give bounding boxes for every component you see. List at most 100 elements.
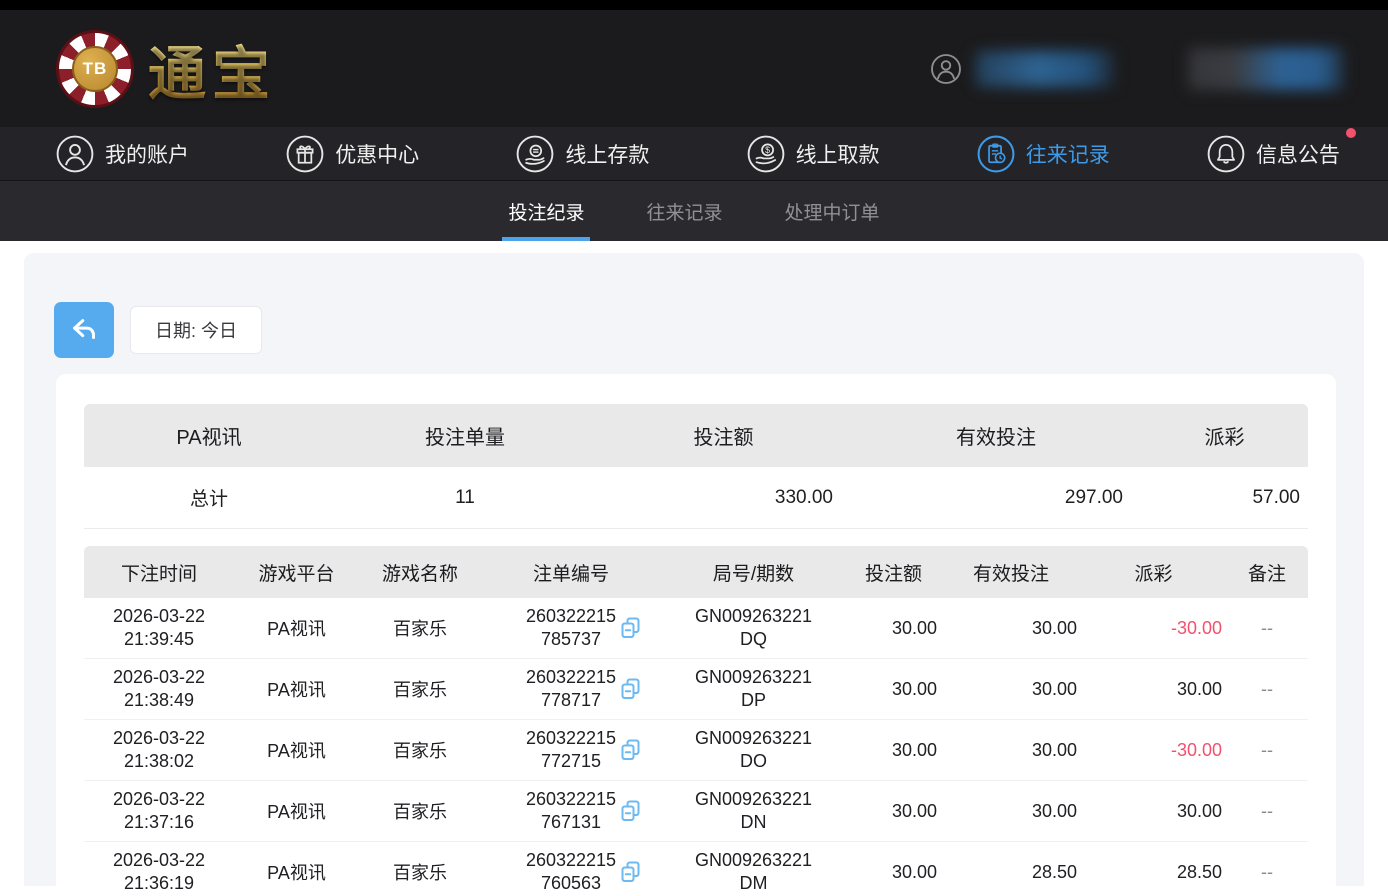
summary-bet-amount: 330.00 <box>596 487 851 509</box>
copy-icon <box>619 798 643 824</box>
nav-item-my-account[interactable]: 我的账户 <box>56 135 189 173</box>
round-number-cell: GN009263221 DO <box>661 727 846 774</box>
note-cell: -- <box>1226 801 1308 822</box>
game-name-cell: 百家乐 <box>359 798 481 824</box>
table-row: 2026-03-22 21:38:02 PA视讯 百家乐 260322215 7… <box>84 720 1308 781</box>
copy-icon <box>619 615 643 641</box>
casino-chip-icon: TB <box>56 30 134 108</box>
redacted-balance <box>1188 48 1344 90</box>
spacer <box>1128 68 1174 69</box>
date-filter[interactable]: 日期: 今日 <box>130 306 262 354</box>
bet-amount-cell: 30.00 <box>846 740 941 761</box>
nav-item-transaction-records[interactable]: 往来记录 <box>977 135 1110 173</box>
bet-amount-cell: 30.00 <box>846 862 941 883</box>
chip-tb-label: TB <box>72 46 118 92</box>
deposit-coin-hand-icon <box>516 135 554 173</box>
tab-betting-records[interactable]: 投注纪录 <box>502 181 590 241</box>
platform-cell: PA视讯 <box>234 676 359 702</box>
copy-icon <box>619 737 643 763</box>
nav-item-deposit[interactable]: 线上存款 <box>516 135 649 173</box>
payout-cell: 30.00 <box>1081 679 1226 700</box>
tab-processing-orders[interactable]: 处理中订单 <box>779 181 886 241</box>
brand-name: 通宝 <box>148 27 276 111</box>
summary-header-bet-count: 投注单量 <box>334 421 596 450</box>
bet-id-cell: 260322215 778717 <box>481 666 661 713</box>
content-panel: 日期: 今日 PA视讯 投注单量 投注额 有效投注 派彩 总计 11 330.0… <box>24 253 1364 886</box>
sub-nav: 投注纪录 往来记录 处理中订单 <box>0 181 1388 241</box>
nav-item-promotions[interactable]: 优惠中心 <box>286 135 419 173</box>
summary-payout: 57.00 <box>1141 487 1308 509</box>
bet-amount-cell: 30.00 <box>846 801 941 822</box>
bet-time-cell: 2026-03-22 21:38:02 <box>84 727 234 774</box>
bet-id-cell: 260322215 760563 <box>481 849 661 896</box>
copy-bet-id-button[interactable] <box>619 615 643 641</box>
copy-bet-id-button[interactable] <box>619 676 643 702</box>
bell-icon <box>1207 135 1245 173</box>
nav-item-withdraw[interactable]: $ 线上取款 <box>747 135 880 173</box>
nav-item-announcements[interactable]: 信息公告 <box>1207 135 1340 173</box>
platform-cell: PA视讯 <box>234 859 359 885</box>
summary-total-row: 总计 11 330.00 297.00 57.00 <box>84 467 1308 529</box>
table-row: 2026-03-22 21:36:19 PA视讯 百家乐 260322215 7… <box>84 842 1308 896</box>
bet-id-cell: 260322215 785737 <box>481 605 661 652</box>
summary-header-valid-bet: 有效投注 <box>851 421 1141 450</box>
copy-icon <box>619 859 643 885</box>
main-nav: 我的账户 优惠中心 线上存款 $ 线上取款 <box>0 127 1388 181</box>
payout-cell: 28.50 <box>1081 862 1226 883</box>
platform-cell: PA视讯 <box>234 737 359 763</box>
summary-valid-bet: 297.00 <box>851 487 1141 509</box>
brand-bar: TB 通宝 <box>0 10 1388 127</box>
nav-label: 线上取款 <box>796 139 880 169</box>
round-number-cell: GN009263221 DM <box>661 849 846 896</box>
table-gap <box>84 529 1308 546</box>
game-name-cell: 百家乐 <box>359 615 481 641</box>
col-payout: 派彩 <box>1081 559 1226 586</box>
bet-table-body: 2026-03-22 21:39:45 PA视讯 百家乐 260322215 7… <box>84 598 1308 896</box>
bet-time-cell: 2026-03-22 21:39:45 <box>84 605 234 652</box>
records-card: PA视讯 投注单量 投注额 有效投注 派彩 总计 11 330.00 297.0… <box>56 374 1336 896</box>
note-cell: -- <box>1226 740 1308 761</box>
game-name-cell: 百家乐 <box>359 737 481 763</box>
back-arrow-icon <box>69 317 99 343</box>
back-button[interactable] <box>54 302 114 358</box>
summary-header-platform: PA视讯 <box>84 421 334 450</box>
valid-bet-cell: 30.00 <box>941 618 1081 639</box>
copy-bet-id-button[interactable] <box>619 859 643 885</box>
col-note: 备注 <box>1226 559 1308 586</box>
col-game-name: 游戏名称 <box>359 559 481 586</box>
user-avatar-icon[interactable] <box>930 53 962 85</box>
summary-bet-count: 11 <box>334 487 596 509</box>
copy-icon <box>619 676 643 702</box>
copy-bet-id-button[interactable] <box>619 737 643 763</box>
brand-logo[interactable]: TB 通宝 <box>56 27 276 111</box>
col-platform: 游戏平台 <box>234 559 359 586</box>
user-area <box>930 10 1344 127</box>
bet-time-cell: 2026-03-22 21:37:16 <box>84 788 234 835</box>
col-valid-bet: 有效投注 <box>941 559 1081 586</box>
nav-label: 优惠中心 <box>335 139 419 169</box>
game-name-cell: 百家乐 <box>359 859 481 885</box>
platform-cell: PA视讯 <box>234 798 359 824</box>
bet-table-header: 下注时间 游戏平台 游戏名称 注单编号 局号/期数 投注额 有效投注 派彩 备注 <box>84 546 1308 598</box>
payout-cell: -30.00 <box>1081 618 1226 639</box>
bet-id-cell: 260322215 772715 <box>481 727 661 774</box>
platform-cell: PA视讯 <box>234 615 359 641</box>
payout-cell: 30.00 <box>1081 801 1226 822</box>
summary-total-label: 总计 <box>84 484 334 511</box>
valid-bet-cell: 30.00 <box>941 679 1081 700</box>
summary-header-row: PA视讯 投注单量 投注额 有效投注 派彩 <box>84 404 1308 467</box>
nav-label: 往来记录 <box>1026 139 1110 169</box>
bet-amount-cell: 30.00 <box>846 679 941 700</box>
nav-label: 信息公告 <box>1256 139 1340 169</box>
round-number-cell: GN009263221 DN <box>661 788 846 835</box>
game-name-cell: 百家乐 <box>359 676 481 702</box>
top-strip <box>0 0 1388 10</box>
tab-transaction-records[interactable]: 往来记录 <box>640 181 728 241</box>
col-bet-id: 注单编号 <box>481 559 661 586</box>
col-round-number: 局号/期数 <box>661 559 846 586</box>
gift-icon <box>286 135 324 173</box>
copy-bet-id-button[interactable] <box>619 798 643 824</box>
round-number-cell: GN009263221 DP <box>661 666 846 713</box>
account-user-icon <box>56 135 94 173</box>
payout-cell: -30.00 <box>1081 740 1226 761</box>
